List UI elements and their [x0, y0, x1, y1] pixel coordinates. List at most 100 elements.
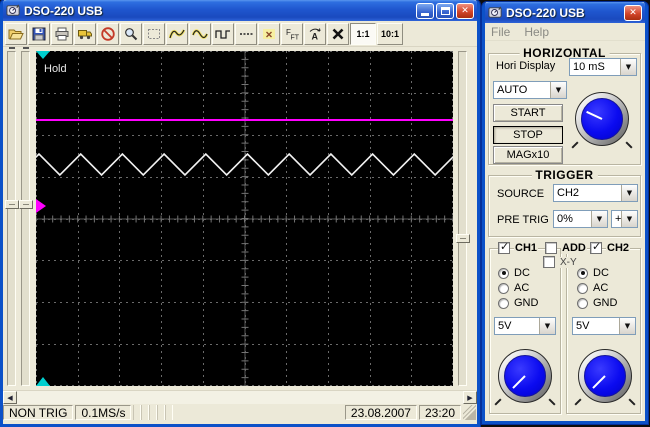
pretrig-select[interactable]: 0% ▼ [553, 210, 608, 228]
slider-tick [9, 47, 15, 49]
maximize-button[interactable] [436, 2, 454, 19]
trigger-state: NON TRIG [3, 405, 74, 420]
tool-ratio-1-1[interactable]: 1:1 [350, 22, 376, 45]
ch2-position-thumb[interactable] [19, 200, 33, 209]
trigger-level-slider[interactable] [456, 51, 470, 386]
chevron-down-icon[interactable]: ▼ [621, 185, 637, 201]
radio-icon[interactable] [577, 267, 588, 279]
window-title: DSO-220 USB [506, 5, 585, 20]
tool-fft[interactable]: F FT [281, 22, 303, 45]
timebase-select[interactable]: 10 mS ▼ [569, 58, 637, 76]
app-icon [488, 6, 502, 18]
tool-save[interactable] [28, 22, 50, 45]
checkbox-icon[interactable] [498, 240, 510, 254]
menu-help[interactable]: Help [524, 25, 549, 39]
radio-icon[interactable] [577, 282, 588, 294]
ch2-volts-knob[interactable] [574, 349, 636, 406]
trigger-source-select[interactable]: CH2 ▼ [553, 184, 638, 202]
horizontal-group: HORIZONTAL Hori Display 10 mS ▼ AUTO ▼ S… [488, 46, 641, 165]
start-button[interactable]: START [493, 104, 563, 122]
scroll-right-arrow-icon[interactable]: ▶ [463, 391, 477, 404]
checkbox-icon[interactable] [543, 256, 555, 268]
toolbar: F FT A 1:1 10:1 [3, 21, 477, 47]
svg-text:FT: FT [291, 34, 300, 41]
horizontal-knob[interactable] [571, 92, 633, 149]
tool-zoom[interactable] [120, 22, 142, 45]
ch1-coupling-gnd[interactable]: GND [498, 297, 538, 309]
radio-icon[interactable] [498, 282, 509, 294]
control-panel: HORIZONTAL Hori Display 10 mS ▼ AUTO ▼ S… [485, 41, 645, 419]
mag-x10-button[interactable]: MAGx10 [493, 146, 563, 164]
source-label: SOURCE [497, 188, 545, 200]
scroll-left-arrow-icon[interactable]: ◀ [3, 391, 17, 404]
tool-open[interactable] [5, 22, 27, 45]
ch1-position-thumb[interactable] [5, 200, 19, 209]
chevron-down-icon[interactable]: ▼ [620, 59, 636, 75]
chevron-down-icon[interactable]: ▼ [619, 318, 635, 334]
svg-text:A: A [312, 31, 319, 41]
trigger-level-thumb[interactable] [456, 234, 470, 243]
tool-wave-interpolate[interactable] [189, 22, 211, 45]
ch2-coupling-dc[interactable]: DC [577, 267, 609, 279]
ch1-volts-select[interactable]: 5V ▼ [494, 317, 556, 335]
close-button[interactable]: ✕ [624, 4, 642, 21]
tool-frame[interactable] [143, 22, 165, 45]
scroll-track[interactable] [17, 391, 463, 404]
menu-file[interactable]: File [491, 25, 510, 39]
scope-area: Hold [3, 47, 477, 390]
tool-disable[interactable] [97, 22, 119, 45]
xy-checkbox[interactable]: X-Y [543, 256, 578, 268]
status-separators [133, 405, 174, 420]
scope-window-titlebar[interactable]: DSO-220 USB ✕ [3, 0, 477, 21]
scope-window: DSO-220 USB ✕ F FT A 1:1 10:1 Hold ◀ ▶ NON T… [0, 0, 480, 427]
display-mode-select[interactable]: AUTO ▼ [493, 81, 567, 99]
trigger-group: TRIGGER SOURCE CH2 ▼ PRE TRIG 0% ▼ + ▼ [488, 168, 641, 237]
ch1-coupling-dc[interactable]: DC [498, 267, 530, 279]
checkbox-icon[interactable] [545, 242, 557, 254]
ch2-coupling-ac[interactable]: AC [577, 282, 608, 294]
ch2-coupling-gnd[interactable]: GND [577, 297, 617, 309]
tool-dotted-display[interactable] [235, 22, 257, 45]
chevron-down-icon[interactable]: ▼ [621, 211, 637, 227]
stop-button[interactable]: STOP [493, 126, 563, 144]
sample-rate: 0.1MS/s [75, 405, 132, 420]
status-time: 23:20 [418, 405, 461, 420]
radio-icon[interactable] [498, 297, 509, 309]
ch1-coupling-ac[interactable]: AC [498, 282, 529, 294]
ch2-group: DC AC GND 5V ▼ [566, 248, 641, 414]
horizontal-scrollbar[interactable]: ◀ ▶ [3, 390, 477, 404]
chevron-down-icon[interactable]: ▼ [539, 318, 555, 334]
tool-marker[interactable] [258, 22, 280, 45]
chevron-down-icon[interactable]: ▼ [550, 82, 566, 98]
ch1-volts-knob[interactable] [494, 349, 556, 406]
minimize-button[interactable] [416, 2, 434, 19]
ch2-volts-select[interactable]: 5V ▼ [572, 317, 636, 335]
checkbox-icon[interactable] [590, 240, 602, 254]
radio-icon[interactable] [577, 297, 588, 309]
svg-text:Hold: Hold [44, 63, 67, 75]
tool-ratio-10-1[interactable]: 10:1 [377, 22, 403, 45]
ch1-group: DC AC GND 5V ▼ [489, 248, 561, 414]
tool-print[interactable] [51, 22, 73, 45]
tool-wave-square[interactable] [212, 22, 234, 45]
statusbar: NON TRIG 0.1MS/s 23.08.2007 23:20 [3, 404, 477, 421]
chevron-down-icon[interactable]: ▼ [591, 211, 607, 227]
radio-icon[interactable] [498, 267, 509, 279]
ch2-checkbox[interactable]: CH2 [590, 240, 631, 254]
scope-display[interactable]: Hold [36, 51, 453, 386]
resize-grip[interactable] [463, 405, 476, 420]
close-button[interactable]: ✕ [456, 2, 474, 19]
trigger-slope-select[interactable]: + ▼ [611, 210, 638, 228]
tool-export[interactable] [74, 22, 96, 45]
ch1-position-slider[interactable] [5, 51, 19, 386]
tool-wave-smooth[interactable] [166, 22, 188, 45]
tool-clear[interactable] [327, 22, 349, 45]
menubar: File Help [485, 23, 645, 41]
add-checkbox[interactable]: ADD [545, 242, 587, 254]
app-icon [6, 4, 20, 16]
control-window-titlebar[interactable]: DSO-220 USB ✕ [485, 2, 645, 23]
ch2-position-slider[interactable] [19, 51, 33, 386]
ch1-checkbox[interactable]: CH1 [498, 240, 539, 254]
status-date: 23.08.2007 [344, 405, 417, 420]
tool-auto-set[interactable]: A [304, 22, 326, 45]
